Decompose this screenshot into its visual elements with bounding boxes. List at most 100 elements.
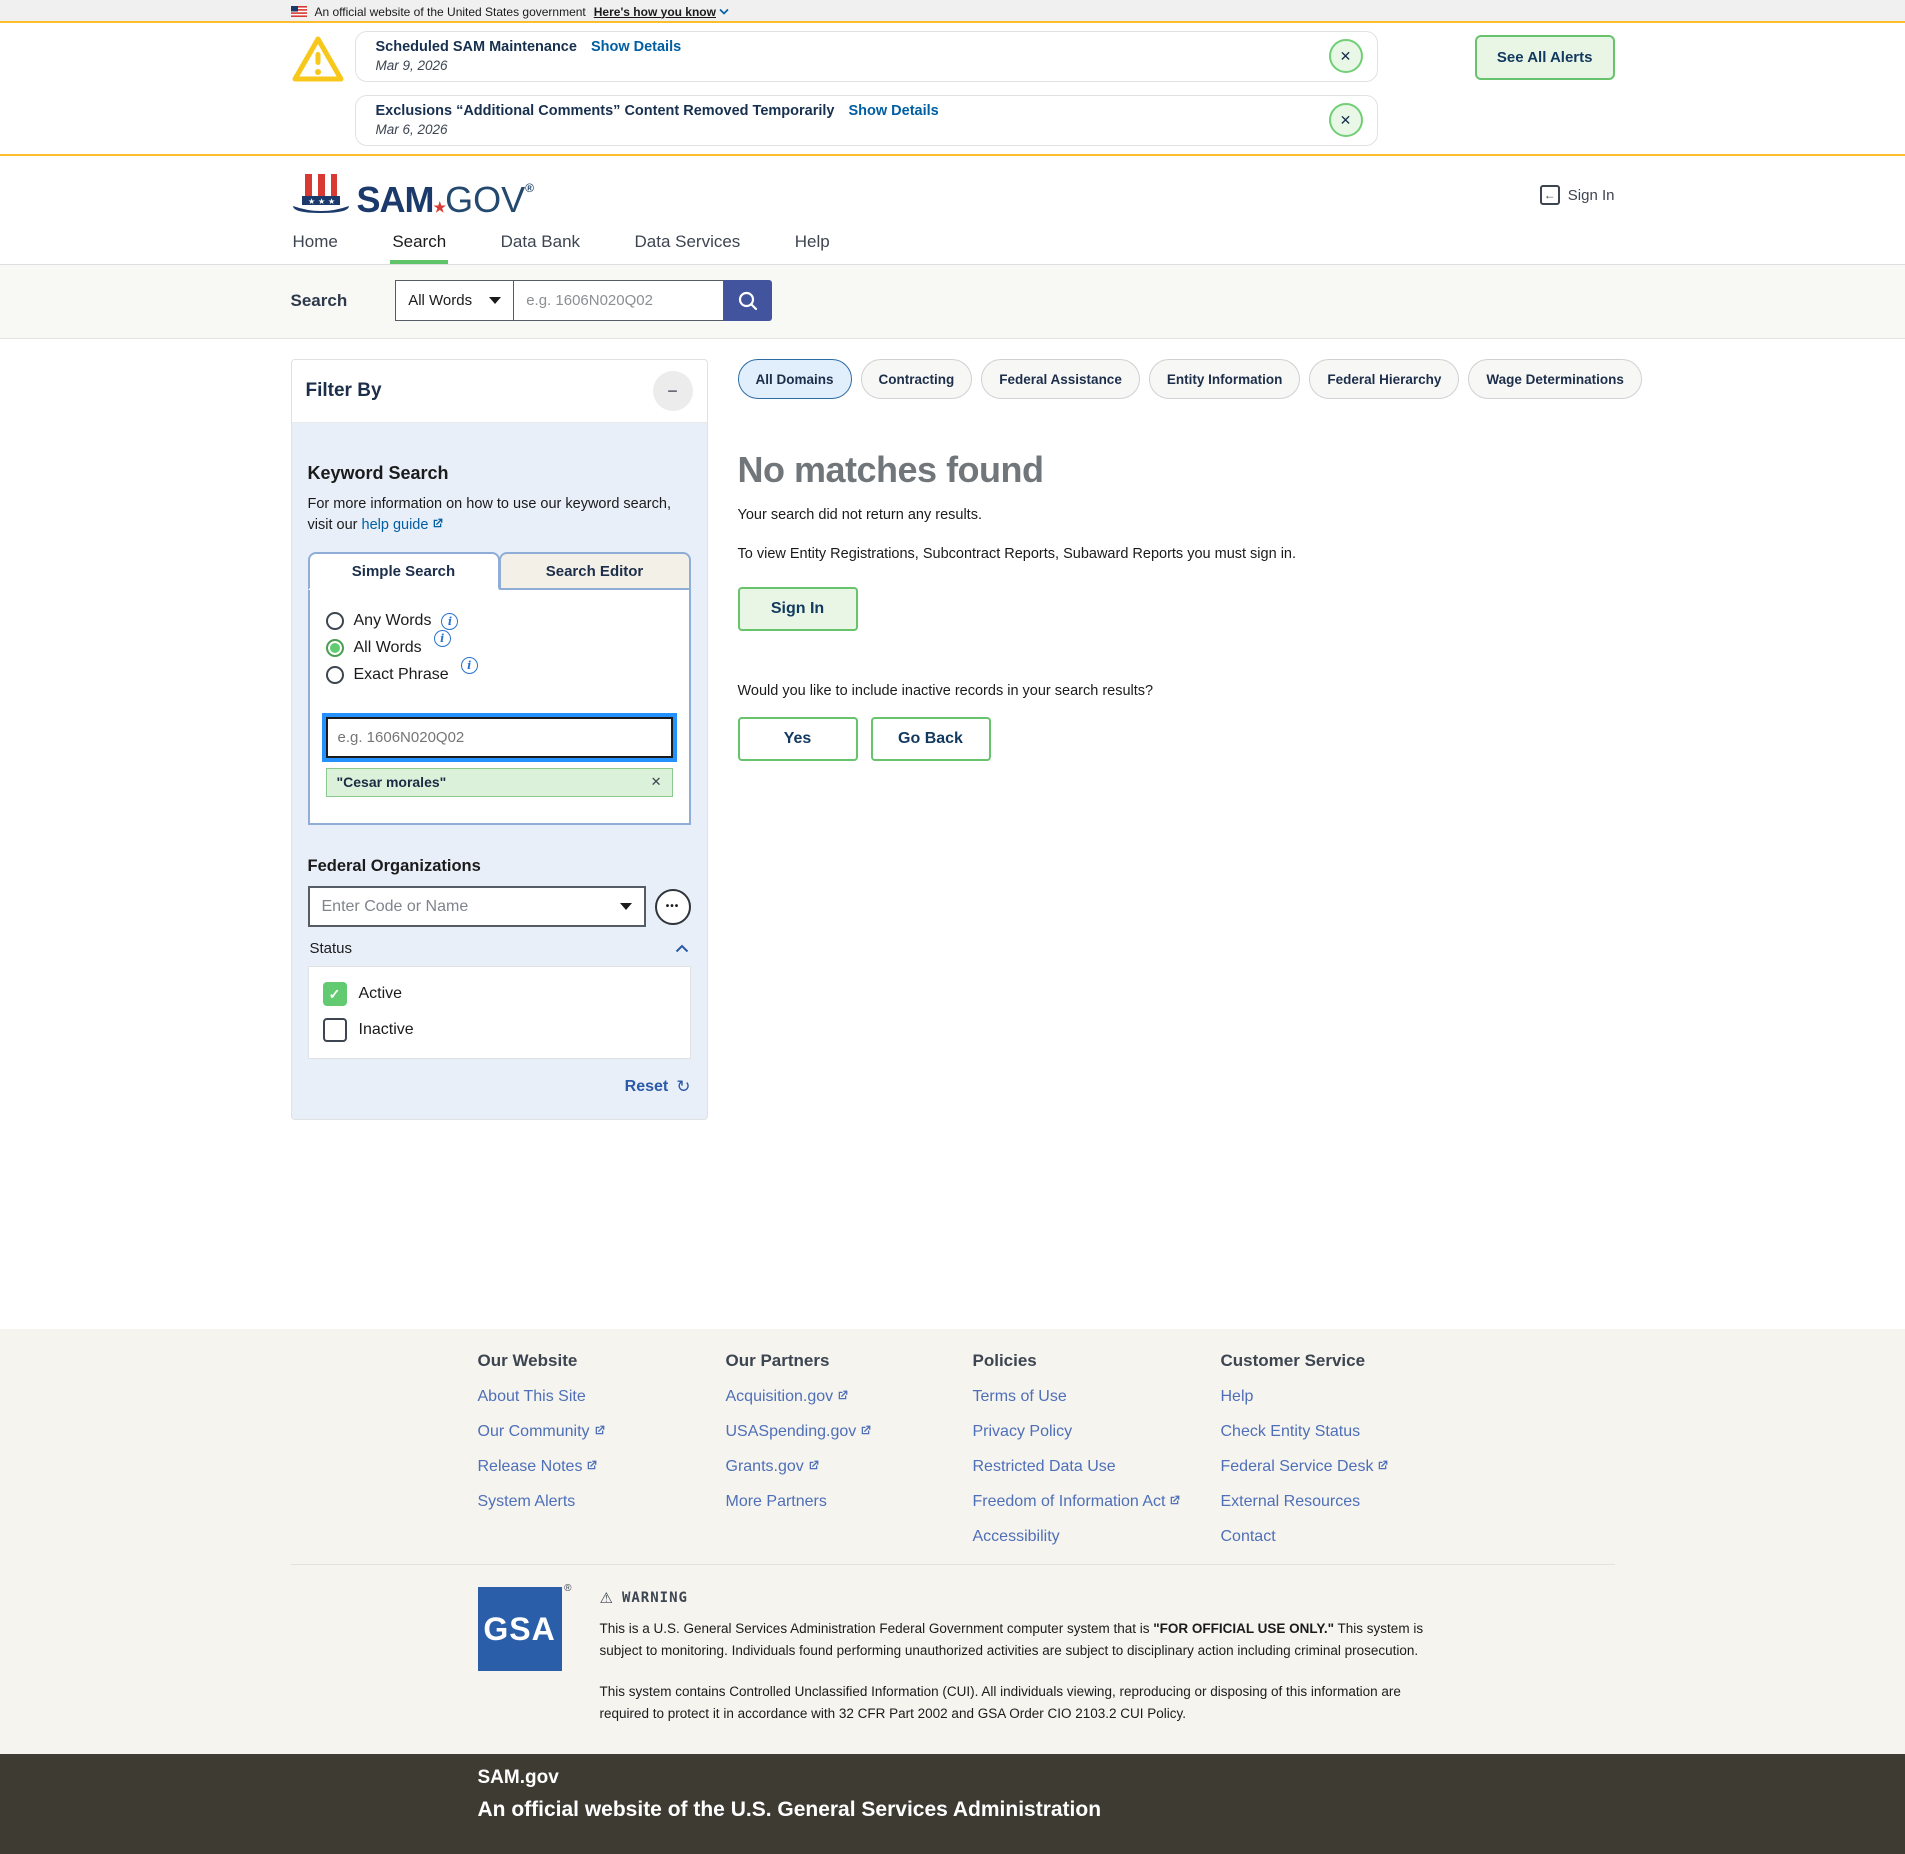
tab-search-editor[interactable]: Search Editor [499,552,691,590]
go-back-button[interactable]: Go Back [871,717,991,761]
alert-close-button[interactable]: ✕ [1329,39,1363,73]
star-icon: ★ [434,199,446,217]
sam-gov-logo[interactable]: ★★★ SAM★GOV® [291,172,533,218]
nav-item-data-bank[interactable]: Data Bank [499,224,582,264]
yes-button[interactable]: Yes [738,717,858,761]
footer-column-our-partners: Our Partners Acquisition.gov USASpending… [726,1343,973,1546]
federal-org-more-button[interactable]: ••• [655,889,691,925]
footer-column-heading: Policies [973,1351,1221,1371]
magnifier-icon [737,290,759,312]
checkbox-active[interactable]: ✓ [323,982,347,1006]
site-header: ★★★ SAM★GOV® ← Sign In [0,156,1905,224]
search-submit-button[interactable] [724,280,772,321]
footer-link-system-alerts[interactable]: System Alerts [478,1493,726,1511]
us-flag-icon [291,6,307,17]
banner-text: An official website of the United States… [315,5,586,19]
domain-pill-contracting[interactable]: Contracting [861,359,973,399]
refresh-icon: ↻ [676,1077,690,1097]
header-sign-in-link[interactable]: ← Sign In [1540,185,1615,205]
nav-item-data-services[interactable]: Data Services [632,224,742,264]
search-mode-select[interactable]: All Words [395,280,514,321]
show-details-link[interactable]: Show Details [848,103,938,119]
domain-pill-federal-hierarchy[interactable]: Federal Hierarchy [1309,359,1459,399]
footer-link-accessibility[interactable]: Accessibility [973,1528,1221,1546]
footer-link-our-community[interactable]: Our Community [478,1423,726,1441]
domain-pill-wage-determinations[interactable]: Wage Determinations [1468,359,1642,399]
footer-link-check-entity-status[interactable]: Check Entity Status [1221,1423,1521,1441]
svg-text:★: ★ [318,197,325,206]
footer-link-usaspending-gov[interactable]: USASpending.gov [726,1423,973,1441]
checkbox-inactive[interactable] [323,1018,347,1042]
warning-title: WARNING [622,1590,688,1606]
footer-link-contact[interactable]: Contact [1221,1528,1521,1546]
footer-link-acquisition-gov[interactable]: Acquisition.gov [726,1388,973,1406]
alert-date: Mar 9, 2026 [376,58,682,73]
info-icon[interactable]: i [441,613,458,630]
federal-org-placeholder: Enter Code or Name [322,898,469,916]
footer-link-foia[interactable]: Freedom of Information Act [973,1493,1221,1511]
radio-all-words-label: All Words [354,639,422,657]
uncle-sam-hat-icon: ★★★ [291,172,351,218]
footer-link-grants-gov[interactable]: Grants.gov [726,1458,973,1476]
external-link-icon [859,1424,872,1437]
federal-org-select[interactable]: Enter Code or Name [308,886,646,927]
checkbox-active-label: Active [359,985,403,1003]
caret-down-icon [620,903,632,910]
keyword-search-heading: Keyword Search [308,463,691,484]
alert-close-button[interactable]: ✕ [1329,103,1363,137]
gov-banner: An official website of the United States… [0,0,1905,23]
nav-item-search[interactable]: Search [390,224,448,264]
footer-link-privacy-policy[interactable]: Privacy Policy [973,1423,1221,1441]
footer-link-help[interactable]: Help [1221,1388,1521,1406]
footer-column-heading: Customer Service [1221,1351,1521,1371]
nav-item-help[interactable]: Help [793,224,832,264]
registered-icon: ® [564,1583,571,1594]
bottom-brand: SAM.gov [478,1767,1615,1789]
info-icon[interactable]: i [461,657,478,674]
radio-any-words[interactable] [326,612,344,630]
main-nav: Home Search Data Bank Data Services Help [0,224,1905,265]
help-guide-link[interactable]: help guide [362,517,445,533]
alert-card: Scheduled SAM Maintenance Show Details Ma… [355,31,1378,82]
search-row: Search All Words [0,265,1905,339]
footer-column-our-website: Our Website About This Site Our Communit… [478,1343,726,1546]
top-search-input[interactable] [514,280,724,321]
radio-exact-phrase[interactable] [326,666,344,684]
domain-pill-all-domains[interactable]: All Domains [738,359,852,399]
sign-in-required-message: To view Entity Registrations, Subcontrac… [738,543,1406,565]
sign-in-icon: ← [1540,185,1560,205]
reset-filters-link[interactable]: Reset ↻ [308,1077,691,1097]
heres-how-link[interactable]: Here's how you know [594,5,729,19]
footer-link-about-this-site[interactable]: About This Site [478,1388,726,1406]
footer-link-restricted-data-use[interactable]: Restricted Data Use [973,1458,1221,1476]
tag-remove-button[interactable]: ✕ [651,774,662,790]
alert-title: Scheduled SAM Maintenance [376,39,577,55]
external-link-icon [585,1459,598,1472]
keyword-input[interactable] [326,717,673,758]
domain-pill-entity-information[interactable]: Entity Information [1149,359,1301,399]
sign-in-button[interactable]: Sign In [738,587,858,631]
footer-link-more-partners[interactable]: More Partners [726,1493,973,1511]
chevron-down-icon [719,8,729,15]
external-link-icon [1376,1459,1389,1472]
svg-text:★: ★ [328,197,335,206]
nav-item-home[interactable]: Home [291,224,340,264]
footer-link-terms-of-use[interactable]: Terms of Use [973,1388,1221,1406]
close-icon: ✕ [651,774,662,789]
footer-link-federal-service-desk[interactable]: Federal Service Desk [1221,1458,1521,1476]
info-icon[interactable]: i [434,630,451,647]
chevron-up-icon[interactable] [675,944,689,953]
footer-column-policies: Policies Terms of Use Privacy Policy Res… [973,1343,1221,1546]
radio-all-words[interactable] [326,639,344,657]
footer-link-release-notes[interactable]: Release Notes [478,1458,726,1476]
see-all-alerts-button[interactable]: See All Alerts [1475,35,1615,80]
show-details-link[interactable]: Show Details [591,39,681,55]
collapse-filters-button[interactable]: − [653,371,693,411]
alert-date: Mar 6, 2026 [376,122,939,137]
tab-simple-search[interactable]: Simple Search [308,552,500,590]
keyword-tag: "Cesar morales" ✕ [326,768,673,797]
domain-pill-federal-assistance[interactable]: Federal Assistance [981,359,1140,399]
footer-link-external-resources[interactable]: External Resources [1221,1493,1521,1511]
warning-block: ⚠WARNING This is a U.S. General Services… [600,1587,1430,1724]
status-label: Status [310,940,353,957]
